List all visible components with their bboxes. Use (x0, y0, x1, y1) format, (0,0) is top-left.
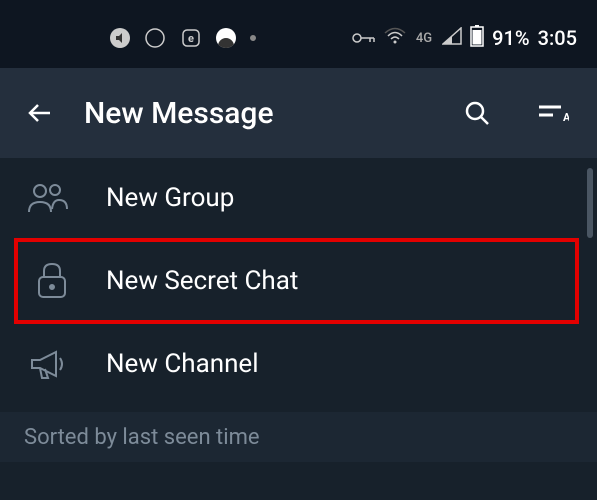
e-icon: e (180, 27, 202, 49)
dot-icon (250, 35, 256, 41)
sort-button[interactable]: A (533, 93, 573, 133)
battery-icon (470, 25, 484, 52)
back-button[interactable] (24, 97, 56, 129)
megaphone-icon (24, 340, 72, 388)
moon-icon (144, 27, 166, 49)
svg-text:e: e (188, 32, 194, 45)
scrollbar[interactable] (587, 168, 593, 238)
list-item-label: New Group (106, 183, 234, 213)
svg-text:A: A (563, 111, 569, 124)
options-list: New Group New Secret Chat New Channel So… (0, 158, 597, 462)
search-button[interactable] (457, 93, 497, 133)
clock-time: 3:05 (538, 26, 577, 50)
lock-icon (28, 257, 76, 305)
wifi-icon (384, 26, 406, 50)
vpn-icon (216, 28, 236, 48)
signal-icon (442, 26, 462, 50)
group-icon (24, 174, 72, 222)
new-channel-item[interactable]: New Channel (0, 324, 597, 404)
battery-percent: 91% (492, 26, 529, 50)
page-title: New Message (84, 96, 421, 131)
key-icon (352, 26, 376, 50)
app-bar: New Message A (0, 68, 597, 158)
new-group-item[interactable]: New Group (0, 158, 597, 238)
status-bar: e 4G 91% 3:05 (0, 8, 597, 68)
new-secret-chat-item[interactable]: New Secret Chat (14, 238, 579, 324)
network-label: 4G (416, 31, 432, 46)
list-item-label: New Secret Chat (106, 266, 298, 296)
sound-icon (110, 28, 130, 48)
section-header: Sorted by last seen time (0, 412, 597, 462)
list-item-label: New Channel (106, 349, 259, 379)
